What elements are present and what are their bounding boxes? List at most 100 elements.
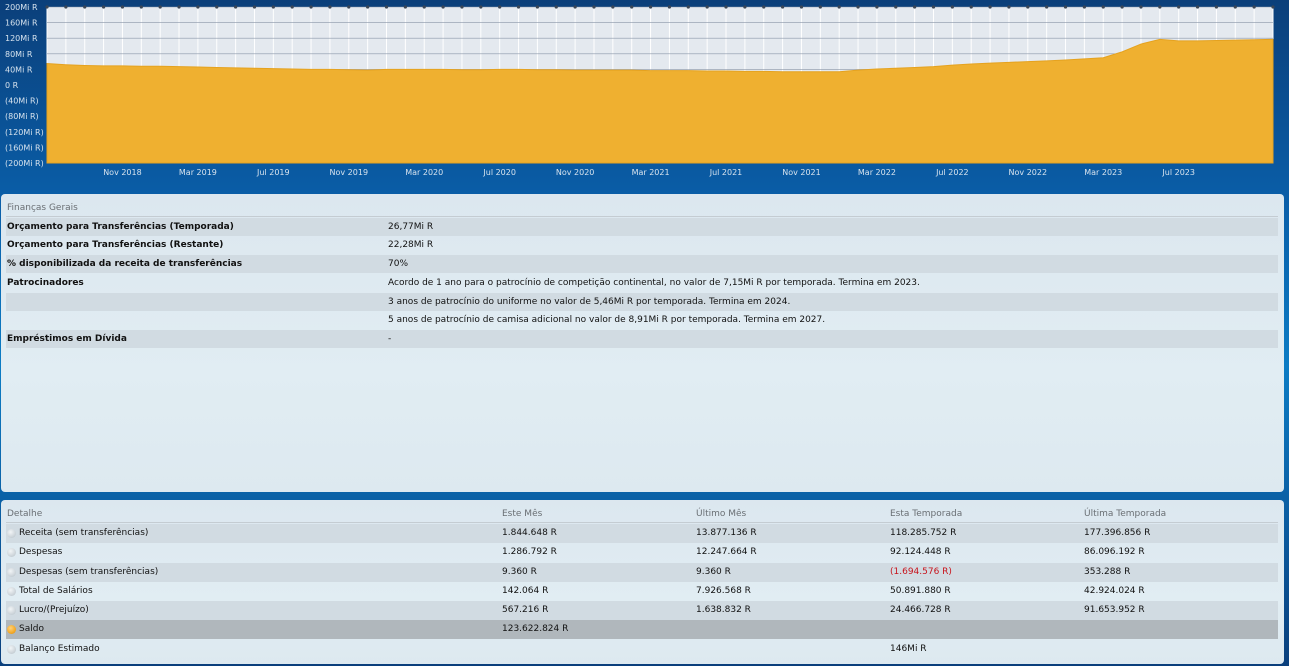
y-axis-tick-label: 120Mi R xyxy=(5,34,38,43)
general-finances-title: Finanças Gerais xyxy=(7,203,78,213)
finance-row-label: Patrocinadores xyxy=(7,278,84,288)
detail-row-label: Lucro/(Prejuízo) xyxy=(19,605,89,615)
detail-cell-this-month: 1.286.792 R xyxy=(502,547,557,557)
finance-row-sponsor-kit: 3 anos de patrocínio do uniforme no valo… xyxy=(6,293,1278,311)
detail-cell-this-month: 567.216 R xyxy=(502,605,549,615)
data-point-marker xyxy=(969,5,973,9)
expand-bullet-icon[interactable] xyxy=(7,548,16,557)
finance-row-label: % disponibilizada da receita de transfer… xyxy=(7,259,243,269)
finance-row-transfer-budget-season: Orçamento para Transferências (Temporada… xyxy=(6,218,1278,236)
x-axis-tick-label: Nov 2018 xyxy=(103,168,142,177)
data-point-marker xyxy=(177,5,181,9)
detail-row-expenses-no-transfers[interactable]: Despesas (sem transferências) 9.360 R 9.… xyxy=(6,563,1278,582)
data-point-marker xyxy=(1233,5,1237,9)
detail-cell-this-month: 9.360 R xyxy=(502,567,537,577)
detail-row-label: Despesas xyxy=(19,547,63,557)
data-point-marker xyxy=(1026,5,1030,9)
detail-row-estimated-balance[interactable]: Balanço Estimado 146Mi R xyxy=(6,640,1278,659)
detail-cell-last-month: 1.638.832 R xyxy=(696,605,751,615)
y-axis-tick-label: 200Mi R xyxy=(5,3,38,12)
expand-bullet-icon[interactable] xyxy=(7,568,16,577)
data-point-marker xyxy=(950,5,954,9)
y-axis-tick-label: 40Mi R xyxy=(5,65,33,74)
x-axis-tick-label: Jul 2019 xyxy=(256,168,290,177)
data-point-marker xyxy=(630,5,634,9)
finance-row-value: 26,77Mi R xyxy=(388,222,434,232)
expand-bullet-icon-active[interactable] xyxy=(7,625,16,634)
x-axis-tick-label: Mar 2023 xyxy=(1084,168,1122,177)
finance-row-label: Orçamento para Transferências (Restante) xyxy=(7,240,224,250)
data-point-marker xyxy=(1082,5,1086,9)
data-point-marker xyxy=(1045,5,1049,9)
data-point-marker xyxy=(309,5,313,9)
data-point-marker xyxy=(535,5,540,9)
x-axis-tick-label: Mar 2019 xyxy=(179,168,217,177)
detail-row-balance[interactable]: Saldo 123.622.824 R xyxy=(6,620,1278,639)
y-axis-tick-label: (120Mi R) xyxy=(5,128,44,137)
detail-cell-last-month: 12.247.664 R xyxy=(696,547,757,557)
y-axis-tick-label: 160Mi R xyxy=(5,19,38,28)
data-point-marker xyxy=(196,5,200,9)
data-point-marker xyxy=(64,5,68,9)
detail-row-label: Receita (sem transferências) xyxy=(19,528,149,538)
x-axis-tick-label: Nov 2020 xyxy=(556,168,595,177)
detail-cell-last-season: 177.396.856 R xyxy=(1084,528,1151,538)
data-point-marker xyxy=(686,5,690,9)
data-point-marker xyxy=(875,5,879,9)
data-point-marker xyxy=(1101,5,1105,9)
data-point-marker xyxy=(403,5,407,9)
data-point-marker xyxy=(290,5,294,9)
data-point-marker xyxy=(366,5,370,9)
detail-header-this-month: Este Mês xyxy=(502,509,543,519)
y-axis-tick-label: (40Mi R) xyxy=(5,97,39,106)
finance-row-value: Acordo de 1 ano para o patrocínio de com… xyxy=(388,278,920,288)
data-point-marker xyxy=(837,5,841,9)
x-axis-tick-label: Jul 2023 xyxy=(1161,168,1195,177)
detail-row-profit-loss[interactable]: Lucro/(Prejuízo) 567.216 R 1.638.832 R 2… xyxy=(6,601,1278,620)
data-point-marker xyxy=(1252,5,1256,9)
detail-cell-last-season: 86.096.192 R xyxy=(1084,547,1145,557)
expand-bullet-icon[interactable] xyxy=(7,645,16,654)
data-point-marker xyxy=(667,5,672,9)
data-point-marker xyxy=(1177,5,1181,9)
x-axis-tick-label: Mar 2022 xyxy=(858,168,896,177)
data-point-marker xyxy=(498,5,502,9)
data-point-marker xyxy=(234,5,238,9)
data-point-marker xyxy=(743,5,747,9)
detail-row-expenses[interactable]: Despesas 1.286.792 R 12.247.664 R 92.124… xyxy=(6,543,1278,562)
x-axis-tick-label: Nov 2022 xyxy=(1009,168,1048,177)
x-axis-tick-label: Nov 2021 xyxy=(782,168,821,177)
detail-row-total-wages[interactable]: Total de Salários 142.064 R 7.926.568 R … xyxy=(6,582,1278,601)
data-point-marker xyxy=(856,5,860,9)
data-point-marker xyxy=(724,5,728,9)
detail-row-label: Saldo xyxy=(19,624,44,634)
detail-cell-this-season: 146Mi R xyxy=(890,644,927,654)
data-point-marker xyxy=(45,5,49,9)
finance-row-value: 5 anos de patrocínio de camisa adicional… xyxy=(388,315,826,325)
data-point-marker xyxy=(120,5,125,9)
detail-cell-this-season: 50.891.880 R xyxy=(890,586,951,596)
expand-bullet-icon[interactable] xyxy=(7,529,16,538)
detail-cell-this-month: 123.622.824 R xyxy=(502,624,569,634)
data-point-marker xyxy=(592,5,596,9)
detail-cell-this-season: 24.466.728 R xyxy=(890,605,951,615)
y-axis-tick-label: 80Mi R xyxy=(5,50,33,59)
detail-header-label: Detalhe xyxy=(7,509,43,519)
data-point-marker xyxy=(83,5,87,9)
data-point-marker xyxy=(215,5,219,9)
finance-row-sponsors: Patrocinadores Acordo de 1 ano para o pa… xyxy=(6,274,1278,292)
finance-detail-panel: Detalhe Este Mês Último Mês Esta Tempora… xyxy=(1,500,1284,664)
finance-row-loans: Empréstimos em Dívida - xyxy=(6,330,1278,348)
y-axis-tick-label: (80Mi R) xyxy=(5,112,39,121)
expand-bullet-icon[interactable] xyxy=(7,606,16,615)
detail-row-revenue[interactable]: Receita (sem transferências) 1.844.648 R… xyxy=(6,524,1278,543)
x-axis-tick-label: Nov 2019 xyxy=(330,168,369,177)
detail-header-last-season: Última Temporada xyxy=(1084,509,1167,519)
detail-cell-this-season: 92.124.448 R xyxy=(890,547,951,557)
data-point-marker xyxy=(818,5,822,9)
data-point-marker xyxy=(1271,5,1275,9)
expand-bullet-icon[interactable] xyxy=(7,587,16,596)
detail-header-this-season: Esta Temporada xyxy=(890,509,963,519)
x-axis-tick-label: Jul 2020 xyxy=(482,168,516,177)
data-point-marker xyxy=(762,5,766,9)
